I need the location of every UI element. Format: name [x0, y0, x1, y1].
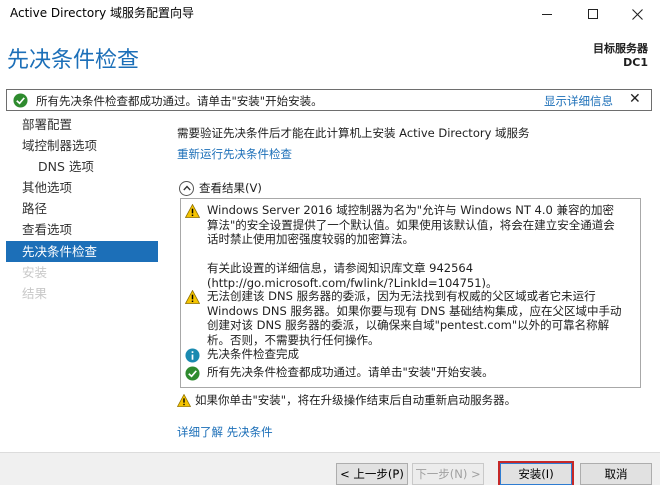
- status-banner: 所有先决条件检查都成功通过。请单击"安装"开始安装。 显示详细信息 ✕: [6, 89, 652, 111]
- sidebar-item-prerequisites-check[interactable]: 先决条件检查: [6, 241, 158, 262]
- wizard-window: Active Directory 域服务配置向导 先决条件检查 目标服务器 DC…: [0, 0, 660, 485]
- result-text: 无法创建该 DNS 服务器的委派，因为无法找到有权威的父区域或者它未运行 Win…: [207, 289, 622, 347]
- results-list[interactable]: Windows Server 2016 域控制器为名为"允许与 Windows …: [180, 198, 641, 388]
- title-bar: Active Directory 域服务配置向导: [0, 0, 660, 28]
- previous-button[interactable]: < 上一步(P): [336, 463, 408, 485]
- install-button[interactable]: 安装(I): [500, 463, 572, 485]
- result-text: 先决条件检查完成: [207, 347, 299, 361]
- sidebar-item-dc-options[interactable]: 域控制器选项: [6, 135, 158, 156]
- maximize-icon: [588, 9, 598, 19]
- banner-close-button[interactable]: ✕: [629, 91, 641, 107]
- list-item: 先决条件检查完成: [185, 347, 625, 363]
- result-text: 所有先决条件检查都成功通过。请单击"安装"开始安装。: [207, 365, 494, 379]
- list-item: Windows Server 2016 域控制器为名为"允许与 Windows …: [185, 203, 625, 290]
- minimize-icon: [542, 13, 552, 15]
- window-title: Active Directory 域服务配置向导: [10, 6, 195, 20]
- success-icon: [13, 93, 28, 108]
- sidebar-item-paths[interactable]: 路径: [6, 198, 158, 219]
- warning-icon: [177, 393, 191, 407]
- sidebar-item-installation: 安装: [22, 265, 48, 280]
- cancel-button[interactable]: 取消: [580, 463, 652, 485]
- sidebar-item-other-options[interactable]: 其他选项: [6, 177, 158, 198]
- chevron-up-icon: [179, 180, 194, 196]
- learn-more-link[interactable]: 详细了解 先决条件: [177, 424, 273, 440]
- target-server-label: 目标服务器: [593, 42, 648, 55]
- minimize-button[interactable]: [524, 0, 570, 28]
- maximize-button[interactable]: [570, 0, 616, 28]
- sidebar-item-results: 结果: [22, 286, 48, 301]
- info-icon: [185, 348, 200, 363]
- page-title: 先决条件检查: [7, 48, 140, 73]
- warning-icon: [185, 290, 200, 304]
- list-item: 所有先决条件检查都成功通过。请单击"安装"开始安装。: [185, 365, 625, 381]
- next-button: 下一步(N) >: [412, 463, 484, 485]
- reboot-warning-text: 如果你单击"安装"，将在升级操作结束后自动重新启动服务器。: [195, 393, 517, 407]
- description-text: 需要验证先决条件后才能在此计算机上安装 Active Directory 域服务: [177, 126, 530, 140]
- close-icon: [631, 8, 643, 20]
- reboot-warning: 如果你单击"安装"，将在升级操作结束后自动重新启动服务器。: [177, 392, 516, 408]
- view-results-label: 查看结果(V): [199, 181, 262, 195]
- sidebar-item-review-options[interactable]: 查看选项: [6, 219, 158, 240]
- rerun-prerequisites-link[interactable]: 重新运行先决条件检查: [177, 146, 292, 162]
- show-details-link[interactable]: 显示详细信息: [544, 93, 613, 109]
- sidebar-item-deployment-config[interactable]: 部署配置: [6, 114, 158, 135]
- view-results-toggle[interactable]: 查看结果(V): [179, 180, 262, 196]
- warning-icon: [185, 204, 200, 218]
- target-server: 目标服务器 DC1: [593, 42, 648, 70]
- wizard-footer: < 上一步(P) 下一步(N) > 安装(I) 取消: [0, 452, 660, 485]
- target-server-name: DC1: [623, 56, 648, 69]
- success-icon: [185, 366, 200, 381]
- sidebar-item-dns-options[interactable]: DNS 选项: [6, 156, 158, 177]
- banner-message: 所有先决条件检查都成功通过。请单击"安装"开始安装。: [36, 94, 323, 108]
- result-text: Windows Server 2016 域控制器为名为"允许与 Windows …: [207, 203, 615, 290]
- wizard-steps-sidebar: 部署配置 域控制器选项 DNS 选项 其他选项 路径 查看选项 先决条件检查 安…: [0, 112, 160, 452]
- window-close-button[interactable]: [614, 0, 660, 28]
- list-item: 无法创建该 DNS 服务器的委派，因为无法找到有权威的父区域或者它未运行 Win…: [185, 289, 625, 347]
